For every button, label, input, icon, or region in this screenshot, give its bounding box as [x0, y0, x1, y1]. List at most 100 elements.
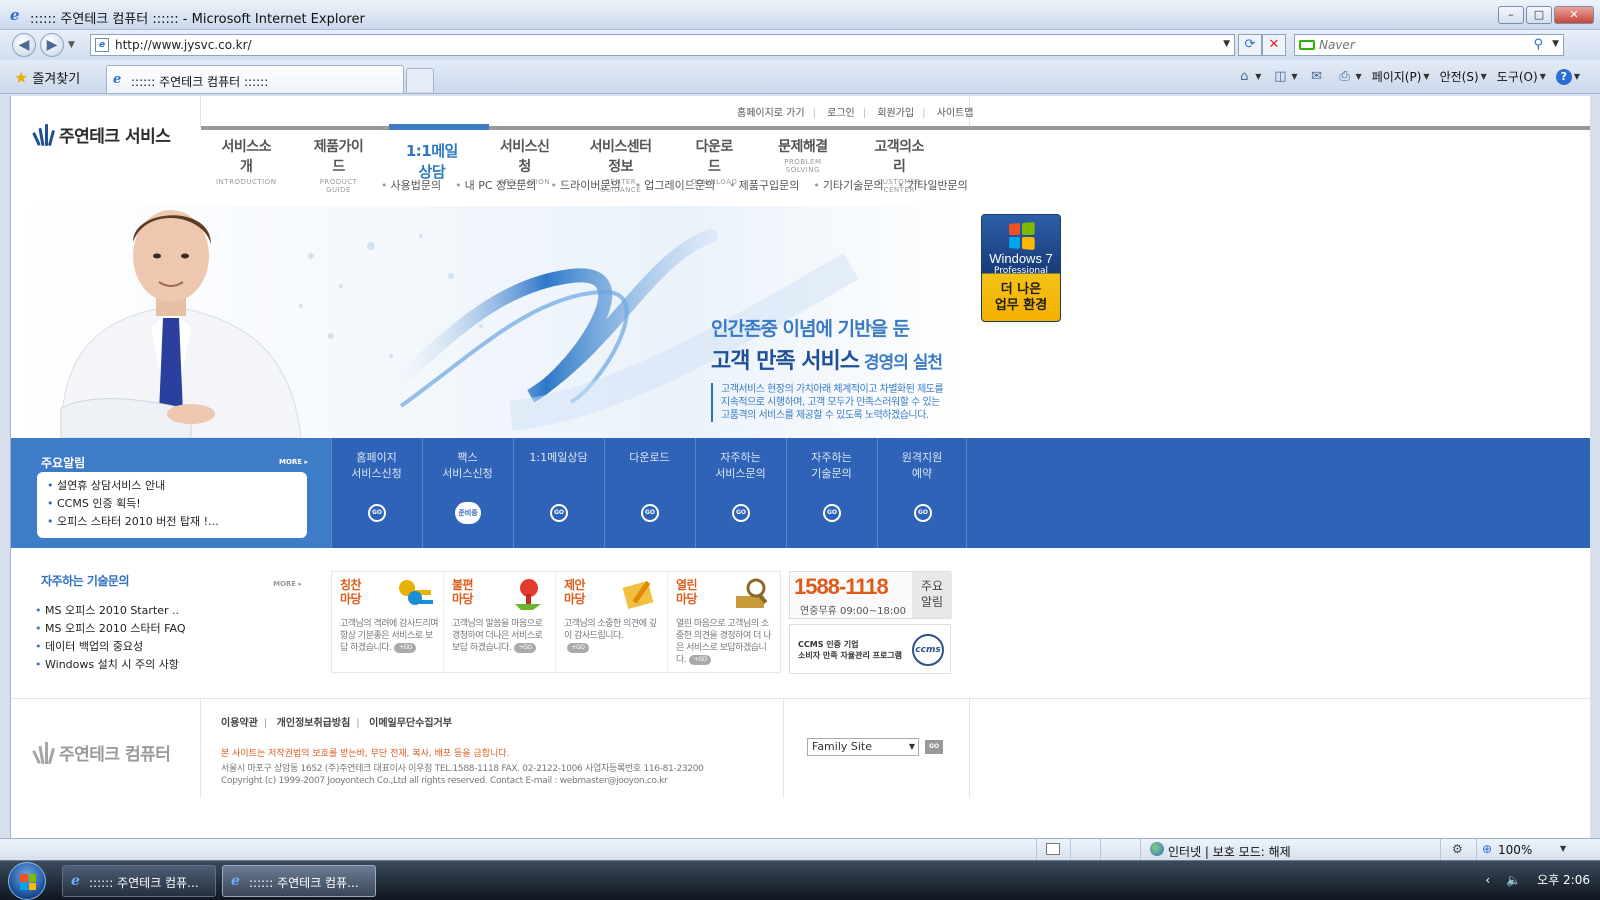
faq-list: MS 오피스 2010 Starter .. MS 오피스 2010 스타터 F… — [35, 602, 185, 674]
nav-download[interactable]: 다운로드 DOWNLOAD — [691, 136, 737, 186]
address-dropdown-icon[interactable]: ▼ — [1223, 39, 1230, 49]
footer-link-email-refusal[interactable]: 이메일무단수집거부 — [369, 718, 452, 729]
sub-link-tech-other[interactable]: 기타기술문의 — [813, 177, 884, 193]
clock[interactable]: 오후 2:06 — [1537, 871, 1590, 888]
zoom-level[interactable]: 100% — [1498, 843, 1532, 857]
recent-pages-dropdown-icon[interactable]: ▼ — [68, 40, 75, 50]
footer-link-terms[interactable]: 이용약관 — [221, 718, 258, 729]
nav-center-info[interactable]: 서비스센터정보 CENTER GUIDANCE — [586, 136, 655, 194]
go-button[interactable]: +GO — [514, 642, 537, 653]
page-menu[interactable]: 페이지(P) — [1372, 68, 1422, 85]
windows7-banner[interactable]: Windows 7 Professional 더 나은 업무 환경 — [981, 214, 1061, 322]
feeds-icon[interactable]: ◫ — [1271, 69, 1289, 85]
go-button[interactable]: +GO — [567, 642, 589, 653]
help-dropdown-icon[interactable]: ▼ — [1574, 72, 1580, 81]
preparing-button[interactable]: 준비중 — [455, 502, 481, 524]
notice-more-link[interactable]: MORE ▸ — [279, 458, 308, 466]
ccms-badge[interactable]: CCMS 인증 기업 소비자 만족 자율관리 프로그램 ccms — [789, 624, 951, 674]
sub-link-driver[interactable]: 드라이버문의 — [551, 177, 621, 193]
sub-link-pc-info[interactable]: 내 PC 정보문의 — [455, 177, 537, 193]
home-dropdown-icon[interactable]: ▼ — [1255, 72, 1261, 81]
new-tab-button[interactable] — [406, 68, 434, 92]
refresh-button[interactable]: ⟳ — [1238, 34, 1262, 56]
forward-button[interactable]: ▶ — [40, 33, 64, 57]
zoom-dropdown-icon[interactable]: ▼ — [1560, 844, 1566, 853]
mail-icon[interactable]: ✉ — [1308, 69, 1326, 85]
minimize-button[interactable]: – — [1498, 6, 1524, 24]
site-logo[interactable]: 주연테크 서비스 — [32, 122, 171, 147]
home-icon[interactable]: ⌂ — [1235, 69, 1253, 85]
util-link-sitemap[interactable]: 사이트맵 — [937, 108, 974, 119]
util-link-join[interactable]: 회원가입 — [877, 108, 914, 119]
sub-link-upgrade[interactable]: 업그레이드문의 — [635, 177, 715, 193]
family-site-select[interactable]: Family Site ▼ — [807, 738, 919, 756]
help-icon[interactable]: ? — [1555, 68, 1572, 85]
nav-service-application[interactable]: 서비스신청 APPLICATION — [499, 136, 550, 186]
maximize-button[interactable]: □ — [1526, 6, 1552, 24]
safety-menu[interactable]: 안전(S) — [1440, 68, 1479, 85]
nav-customer-voice[interactable]: 고객의소리 CUSTOMER CENTER — [868, 136, 930, 194]
go-button[interactable]: GO — [641, 504, 659, 522]
go-button[interactable]: GO — [368, 504, 386, 522]
security-zone-text[interactable]: 인터넷 | 보호 모드: 해제 — [1168, 843, 1291, 860]
search-dropdown-icon[interactable]: ▼ — [1552, 39, 1559, 49]
feeds-dropdown-icon[interactable]: ▼ — [1291, 72, 1297, 81]
praise-card[interactable]: 칭찬 마당 고객님의 격려에 감사드리며 항상 기분좋은 서비스로 보답 하겠습니… — [332, 572, 444, 672]
footer-link-privacy[interactable]: 개인정보취급방침 — [277, 718, 351, 729]
taskbar-item[interactable]: e :::::: 주연테크 컴퓨... — [62, 865, 216, 897]
quick-remote-support[interactable]: 원격지원 예약 GO — [877, 438, 967, 548]
nav-mail-consult[interactable]: 1:1메일상담 — [401, 136, 464, 181]
print-icon[interactable]: ⎙ — [1336, 69, 1354, 85]
nav-service-intro[interactable]: 서비스소개 INTRODUCTION — [216, 136, 276, 186]
tab-active[interactable]: e :::::: 주연테크 컴퓨터 :::::: — [106, 65, 404, 93]
zoom-icon[interactable]: ⊕ — [1482, 842, 1492, 856]
quick-service-faq[interactable]: 자주하는 서비스문의 GO — [695, 438, 785, 548]
quick-tech-faq[interactable]: 자주하는 기술문의 GO — [786, 438, 876, 548]
main-notice-link[interactable]: 주요 알림 — [912, 572, 952, 618]
faq-item[interactable]: MS 오피스 2010 스타터 FAQ — [35, 620, 185, 638]
go-button[interactable]: GO — [823, 504, 841, 522]
util-link-login[interactable]: 로그인 — [827, 108, 855, 119]
sub-link-usage[interactable]: 사용법문의 — [381, 177, 442, 193]
taskbar-item-active[interactable]: e :::::: 주연테크 컴퓨... — [222, 865, 376, 897]
notice-item[interactable]: CCMS 인증 획득! — [47, 495, 297, 513]
start-button[interactable] — [8, 862, 46, 900]
faq-item[interactable]: MS 오피스 2010 Starter .. — [35, 602, 185, 620]
faq-item[interactable]: Windows 설치 시 주의 사항 — [35, 656, 185, 674]
back-button[interactable]: ◀ — [12, 33, 36, 57]
search-input[interactable] — [1319, 37, 1519, 53]
suggestion-card[interactable]: 제안 마당 고객님의 소중한 의견에 깊이 감사드립니다. +GO — [556, 572, 668, 672]
tray-expand-icon[interactable]: ‹ — [1485, 873, 1490, 887]
open-card[interactable]: 열린 마당 열린 마음으로 고객님의 소중한 의견을 경청하여 더 나은 서비스로… — [668, 572, 780, 672]
complaint-card[interactable]: 불편 마당 고객님의 말씀을 마음으로 경청하여 더나은 서비스로 보답 하겠습니… — [444, 572, 556, 672]
favorites-button[interactable]: ★ 즐겨찾기 — [14, 68, 80, 87]
sub-link-purchase[interactable]: 제품구입문의 — [729, 177, 800, 193]
close-button[interactable]: ✕ — [1554, 6, 1594, 24]
sub-link-general-other[interactable]: 기타일반문의 — [898, 177, 968, 193]
go-button[interactable]: GO — [732, 504, 750, 522]
nav-product-guide[interactable]: 제품가이드 PRODUCT GUIDE — [312, 136, 364, 194]
notice-item[interactable]: 설연휴 상담서비스 안내 — [47, 477, 297, 495]
go-button[interactable]: +GO — [689, 654, 712, 665]
volume-icon[interactable]: 🔈 — [1506, 873, 1521, 887]
print-dropdown-icon[interactable]: ▼ — [1356, 72, 1362, 81]
tools-menu[interactable]: 도구(O) — [1497, 68, 1538, 85]
family-site-go-button[interactable]: GO — [925, 740, 943, 754]
faq-item[interactable]: 데이터 백업의 중요성 — [35, 638, 185, 656]
search-box[interactable]: ⚲ ▼ — [1294, 34, 1564, 56]
quick-homepage-apply[interactable]: 홈페이지 서비스신청 GO — [331, 438, 421, 548]
quick-download[interactable]: 다운로드 GO — [604, 438, 694, 548]
search-icon[interactable]: ⚲ — [1533, 37, 1543, 52]
go-button[interactable]: GO — [550, 504, 568, 522]
quick-fax-apply[interactable]: 팩스 서비스신청 준비중 — [422, 438, 512, 548]
util-link-home[interactable]: 홈페이지로 가기 — [737, 108, 805, 119]
go-button[interactable]: GO — [914, 504, 932, 522]
popup-blocker-icon[interactable]: ⚙ — [1452, 842, 1463, 856]
address-input[interactable]: e http://www.jysvc.co.kr/ ▼ — [90, 34, 1235, 56]
nav-problem-solving[interactable]: 문제해결 PROBLEM SOLVING — [773, 136, 832, 176]
go-button[interactable]: +GO — [394, 642, 417, 653]
notice-item[interactable]: 오피스 스타터 2010 버전 탑재 !... — [47, 513, 297, 531]
quick-mail-consult[interactable]: 1:1메일상담 GO — [513, 438, 603, 548]
faq-more-link[interactable]: MORE ▸ — [273, 580, 302, 588]
stop-button[interactable]: ✕ — [1262, 34, 1286, 56]
